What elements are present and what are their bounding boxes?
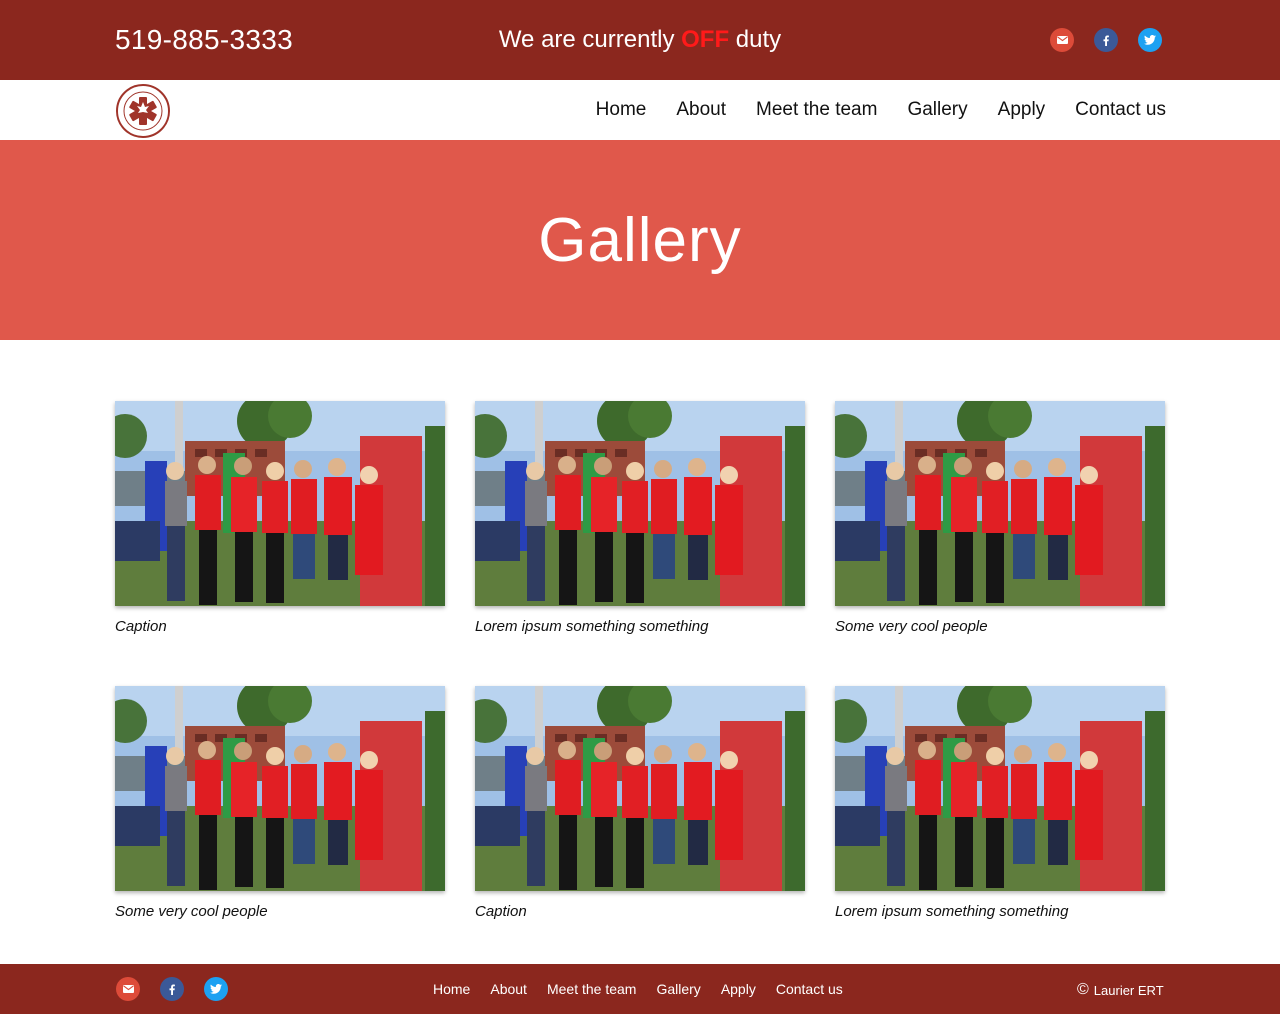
nav-item-contact-us[interactable]: Contact us (1075, 99, 1166, 121)
mail-icon[interactable] (1050, 28, 1074, 52)
gallery-item[interactable]: Caption (475, 686, 805, 920)
gallery-photo[interactable] (835, 686, 1165, 891)
copyright: © Laurier ERT (1077, 981, 1164, 999)
gallery-item[interactable]: Lorem ipsum something something (475, 401, 805, 635)
footer-item-apply[interactable]: Apply (721, 981, 756, 997)
gallery-photo[interactable] (115, 401, 445, 606)
footer-item-home[interactable]: Home (433, 981, 470, 997)
duty-status-suffix: duty (735, 26, 782, 53)
duty-status-prefix: We are currently (498, 26, 675, 53)
gallery-item[interactable]: Caption (115, 401, 445, 635)
footer-item-meet-the-team[interactable]: Meet the team (547, 981, 637, 997)
nav-item-about[interactable]: About (676, 99, 726, 121)
main-nav: Home About Meet the team Gallery Apply C… (596, 99, 1166, 121)
twitter-icon[interactable] (1138, 28, 1162, 52)
mail-icon[interactable] (116, 977, 140, 1001)
nav-item-meet-the-team[interactable]: Meet the team (756, 99, 877, 121)
top-social-links (1050, 28, 1162, 52)
copyright-text: Laurier ERT (1093, 982, 1164, 998)
nav-item-gallery[interactable]: Gallery (907, 99, 967, 121)
gallery-caption: Some very cool people (115, 903, 268, 920)
footer-item-contact-us[interactable]: Contact us (776, 981, 843, 997)
footer-nav: Home About Meet the team Gallery Apply C… (433, 981, 843, 997)
gallery-caption: Lorem ipsum something something (475, 618, 709, 635)
page-title: Gallery (538, 206, 742, 275)
facebook-icon[interactable] (160, 977, 184, 1001)
gallery-caption: Lorem ipsum something something (835, 903, 1069, 920)
duty-status-value: OFF (681, 26, 730, 53)
facebook-icon[interactable] (1094, 28, 1118, 52)
twitter-icon[interactable] (204, 977, 228, 1001)
footer-social-links (116, 977, 228, 1001)
footer-item-gallery[interactable]: Gallery (656, 981, 700, 997)
ert-logo[interactable] (115, 83, 171, 139)
copyright-icon: © (1077, 981, 1089, 998)
gallery-item[interactable]: Some very cool people (835, 401, 1165, 635)
nav-item-apply[interactable]: Apply (998, 99, 1046, 121)
gallery-caption: Caption (115, 618, 167, 635)
footer-item-about[interactable]: About (490, 981, 527, 997)
nav-item-home[interactable]: Home (596, 99, 647, 121)
gallery-caption: Caption (475, 903, 527, 920)
gallery-item[interactable]: Some very cool people (115, 686, 445, 920)
gallery-photo[interactable] (475, 401, 805, 606)
gallery-photo[interactable] (115, 686, 445, 891)
gallery-item[interactable]: Lorem ipsum something something (835, 686, 1165, 920)
gallery-photo[interactable] (835, 401, 1165, 606)
gallery-photo[interactable] (475, 686, 805, 891)
gallery-caption: Some very cool people (835, 618, 988, 635)
